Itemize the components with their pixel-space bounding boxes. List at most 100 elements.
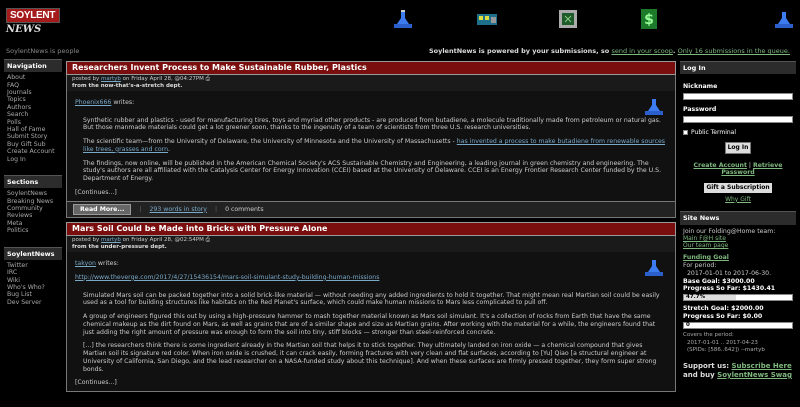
article-meta: posted by martyb on Friday April 28, @02…	[66, 236, 676, 252]
login-button[interactable]: Log In	[725, 142, 751, 154]
progress-1: Progress So Far: $1430.41	[683, 285, 776, 293]
swag-link[interactable]: SoylentNews Swag	[717, 371, 792, 379]
submission-queue-link[interactable]: Only 16 submissions in the queue.	[678, 47, 790, 55]
article-title[interactable]: Researchers Invent Process to Make Susta…	[66, 61, 676, 75]
print-icon[interactable]: ⎙	[206, 76, 210, 82]
funding-progress-bar: 47.7%	[683, 294, 793, 301]
paragraph-end: .	[168, 145, 171, 153]
navigation-item[interactable]: Search	[7, 111, 59, 118]
covers-period: 2017-01-01 .. 2017-04-23	[687, 340, 758, 347]
why-gift-link[interactable]: Why Gift	[725, 196, 751, 203]
author-link[interactable]: martyb	[101, 237, 121, 243]
subscribe-link[interactable]: Subscribe Here	[731, 362, 791, 370]
navigation-item[interactable]: Buy Gift Sub	[7, 141, 59, 148]
nickname-input[interactable]	[683, 92, 793, 100]
article-body: takyon writes: http://www.theverge.com/2…	[66, 252, 676, 392]
header: SOYLENT NEWS $ SoylentNews is people Soy…	[0, 0, 800, 58]
article-title[interactable]: Mars Soil Could be Made into Bricks with…	[66, 222, 676, 237]
sections-item[interactable]: Community	[7, 205, 59, 212]
read-more-button[interactable]: Read More...	[73, 203, 132, 216]
site-logo[interactable]: SOYLENT NEWS	[6, 8, 62, 44]
soylentnews-box: SoylentNews Twitter IRC Wiki Who's Who? Bug …	[4, 246, 62, 309]
article-quote: Synthetic rubber and plastics - used for…	[75, 117, 667, 183]
sn-item[interactable]: Twitter	[7, 262, 59, 269]
navigation-item[interactable]: Topics	[7, 96, 59, 103]
password-label: Password	[683, 105, 717, 113]
sections-item[interactable]: Meta	[7, 220, 59, 227]
word-count-link[interactable]: 293 words in story	[150, 206, 207, 214]
progress-2: Progress So Far: $0.00	[683, 312, 763, 320]
sn-item[interactable]: IRC	[7, 269, 59, 276]
separator: |	[214, 205, 218, 213]
source-link[interactable]: http://www.theverge.com/2017/4/27/154361…	[75, 274, 379, 281]
password-input[interactable]	[683, 115, 793, 123]
public-terminal-option[interactable]: Public Terminal	[683, 129, 793, 137]
navigation-item[interactable]: FAQ	[7, 82, 59, 89]
soylentnews-title: SoylentNews	[4, 246, 62, 260]
navigation-item[interactable]: Log In	[7, 156, 59, 163]
print-icon[interactable]: ⎙	[206, 237, 210, 243]
powered-notice: SoylentNews is powered by your submissio…	[429, 47, 790, 55]
create-account-link[interactable]: Create Account	[694, 162, 747, 169]
navigation-item[interactable]: Create Account	[7, 148, 59, 155]
post-date: on Friday April 28, @04:27PM	[122, 76, 204, 82]
navigation-item[interactable]: Authors	[7, 104, 59, 111]
paragraph: A group of engineers figured this out by…	[83, 313, 656, 336]
article-body: Phoenix666 writes: Synthetic rubber and …	[66, 90, 676, 202]
sn-item[interactable]: Dev Server	[7, 299, 59, 306]
science-icon-2[interactable]	[773, 8, 795, 30]
paragraph: The scientific team—from the University …	[83, 138, 667, 154]
submitter-link[interactable]: Phoenix666	[75, 99, 111, 106]
dept: from the now-that's-a-stretch dept.	[72, 82, 183, 89]
money-icon[interactable]: $	[640, 8, 658, 30]
continues-label: [Continues...]	[75, 188, 117, 196]
science-topic-icon[interactable]	[643, 257, 665, 277]
author-link[interactable]: martyb	[101, 76, 121, 82]
navigation-item[interactable]: Journals	[7, 89, 59, 96]
navigation-item[interactable]: Submit Story	[7, 133, 59, 140]
article-footer: Read More... | 293 words in story | 0 co…	[66, 201, 676, 219]
sections-box: Sections SoylentNews Breaking News Communi…	[4, 175, 62, 237]
funding-goal-heading[interactable]: Funding Goal	[683, 254, 793, 262]
folding-text: Join our Folding@Home team:	[683, 227, 776, 235]
tagline: SoylentNews is people	[6, 47, 80, 55]
sections-item[interactable]: Politics	[7, 227, 59, 234]
send-scoop-link[interactable]: send in your scoop	[611, 47, 672, 55]
account-links: Create Account | Retrieve Password	[683, 162, 793, 178]
sn-item[interactable]: Wiki	[7, 277, 59, 284]
sn-item[interactable]: Who's Who?	[7, 284, 59, 291]
sn-item[interactable]: Bug List	[7, 291, 59, 298]
comments-link[interactable]: 0 comments	[225, 206, 264, 214]
login-title: Log In	[680, 61, 796, 75]
support-text: Support us: Subscribe Here and buy Soyle…	[683, 362, 793, 380]
powered-text: SoylentNews is powered by your submissio…	[428, 47, 610, 55]
separator: |	[139, 205, 142, 213]
logo-bottom: NEWS	[6, 24, 42, 35]
public-terminal-checkbox[interactable]	[683, 129, 688, 135]
navigation-item[interactable]: Hall of Fame	[7, 126, 59, 133]
posted-by: posted by	[72, 76, 100, 82]
paragraph: Simulated Mars soil can be packed togeth…	[83, 291, 660, 307]
dept: from the under-pressure dept.	[72, 244, 167, 251]
team-page-link[interactable]: Our team page	[683, 242, 793, 249]
navigation-item[interactable]: Polls	[7, 119, 59, 126]
submitter-link[interactable]: takyon	[75, 260, 96, 267]
sections-item[interactable]: Reviews	[7, 212, 59, 219]
science-topic-icon[interactable]	[643, 96, 665, 116]
sections-item[interactable]: Breaking News	[7, 198, 59, 205]
sections-item[interactable]: SoylentNews	[7, 190, 59, 197]
chip-icon[interactable]	[557, 8, 579, 30]
navigation-title: Navigation	[4, 59, 62, 73]
logo-top: SOYLENT	[6, 8, 60, 23]
hardware-icon[interactable]	[476, 8, 498, 30]
gift-subscription-button[interactable]: Gift a Subscription	[704, 183, 772, 193]
article: Researchers Invent Process to Make Susta…	[66, 61, 676, 219]
site-news-title: Site News	[680, 211, 796, 225]
navigation-item[interactable]: About	[7, 74, 59, 81]
science-icon[interactable]	[392, 8, 414, 30]
main-content: Researchers Invent Process to Make Susta…	[66, 61, 676, 396]
site-news-box: Site News Join our Folding@Home team: Ma…	[680, 211, 796, 384]
continues-label: [Continues...]	[75, 379, 117, 387]
paragraph: [...] the researchers think there is som…	[83, 342, 657, 373]
main-fah-link[interactable]: Main F@H site	[683, 235, 793, 242]
